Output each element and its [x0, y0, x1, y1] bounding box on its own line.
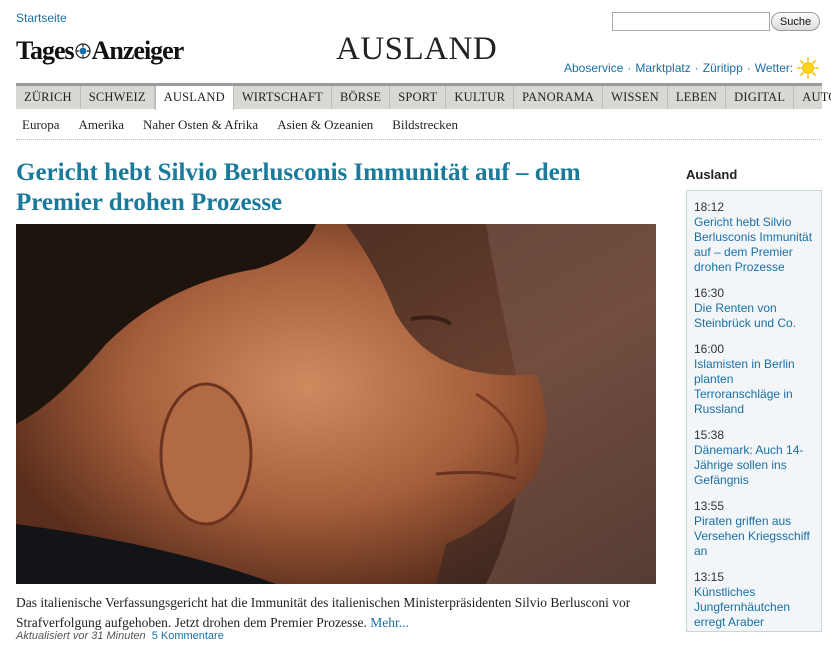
weather-link[interactable]: Wetter: — [755, 61, 793, 75]
service-links: Aboservice · Marktplatz · Züritipp · Wet… — [564, 57, 820, 79]
more-link[interactable]: Mehr... — [370, 615, 409, 630]
main-nav: ZÜRICH SCHWEIZ AUSLAND WIRTSCHAFT BÖRSE … — [16, 83, 831, 110]
separator: · — [694, 61, 699, 75]
tab-sport[interactable]: SPORT — [390, 86, 447, 109]
updated-timestamp: Aktualisiert vor 31 Minuten — [16, 630, 146, 642]
zueritipp-link[interactable]: Züritipp — [703, 61, 743, 75]
tab-wissen[interactable]: WISSEN — [603, 86, 668, 109]
subnav-europa[interactable]: Europa — [22, 117, 60, 133]
portrait-image — [16, 224, 656, 584]
news-time: 15:38 — [694, 428, 725, 442]
search-button[interactable]: Suche — [771, 12, 820, 31]
comments-link[interactable]: 5 Kommentare — [152, 630, 224, 642]
subnav-naher-osten-afrika[interactable]: Naher Osten & Afrika — [143, 117, 258, 133]
section-title: AUSLAND — [336, 31, 498, 67]
article-meta: Aktualisiert vor 31 Minuten 5 Kommentare — [16, 630, 224, 642]
aboservice-link[interactable]: Aboservice — [564, 61, 623, 75]
news-time: 16:00 — [694, 342, 725, 356]
separator: · — [746, 61, 751, 75]
logo-text-left: Tages — [16, 36, 75, 65]
news-title-link[interactable]: Gericht hebt Silvio Berlusconis Immunitä… — [694, 215, 815, 275]
tab-panorama[interactable]: PANORAMA — [514, 86, 604, 109]
tab-digital[interactable]: DIGITAL — [726, 86, 795, 109]
sun-icon[interactable] — [797, 57, 820, 79]
sub-nav: Europa Amerika Naher Osten & Afrika Asie… — [22, 117, 477, 133]
news-time: 13:15 — [694, 570, 725, 584]
news-item[interactable]: 13:55 Piraten griffen aus Versehen Krieg… — [694, 499, 815, 559]
tab-ausland[interactable]: AUSLAND — [154, 86, 234, 110]
home-link[interactable]: Startseite — [16, 11, 67, 25]
sidebar-title: Ausland — [686, 167, 738, 182]
separator: · — [627, 61, 632, 75]
logo-emblem-icon — [75, 43, 91, 59]
site-logo[interactable]: Tages Anzeiger — [16, 36, 185, 66]
logo-text-right: Anzeiger — [91, 36, 185, 65]
tab-schweiz[interactable]: SCHWEIZ — [81, 86, 155, 109]
article-lead: Das italienische Verfassungsgericht hat … — [16, 593, 666, 633]
news-item[interactable]: 15:38 Dänemark: Auch 14-Jährige sollen i… — [694, 428, 815, 488]
tab-zuerich[interactable]: ZÜRICH — [16, 86, 81, 109]
news-title-link[interactable]: Künstliches Jungfernhäutchen erregt Arab… — [694, 585, 815, 630]
tab-kultur[interactable]: KULTUR — [446, 86, 515, 109]
news-item[interactable]: 16:30 Die Renten von Steinbrück und Co. — [694, 286, 815, 331]
marktplatz-link[interactable]: Marktplatz — [635, 61, 690, 75]
tab-auto[interactable]: AUTO — [794, 86, 831, 109]
news-item[interactable]: 16:00 Islamisten in Berlin planten Terro… — [694, 342, 815, 417]
news-title-link[interactable]: Piraten griffen aus Versehen Kriegsschif… — [694, 514, 815, 559]
tab-leben[interactable]: LEBEN — [668, 86, 727, 109]
article-photo[interactable] — [16, 224, 656, 584]
news-time: 16:30 — [694, 286, 725, 300]
lead-text: Das italienische Verfassungsgericht hat … — [16, 595, 631, 630]
news-time: 18:12 — [694, 200, 725, 214]
news-item[interactable]: 13:15 Künstliches Jungfernhäutchen erreg… — [694, 570, 815, 630]
news-time: 13:55 — [694, 499, 725, 513]
news-ticker: 18:12 Gericht hebt Silvio Berlusconis Im… — [686, 190, 822, 632]
news-item[interactable]: 18:12 Gericht hebt Silvio Berlusconis Im… — [694, 200, 815, 275]
news-title-link[interactable]: Islamisten in Berlin planten Terroransch… — [694, 357, 815, 417]
news-title-link[interactable]: Dänemark: Auch 14-Jährige sollen ins Gef… — [694, 443, 815, 488]
subnav-amerika[interactable]: Amerika — [79, 117, 124, 133]
subnav-divider — [16, 139, 822, 140]
subnav-bildstrecken[interactable]: Bildstrecken — [392, 117, 458, 133]
subnav-asien-ozeanien[interactable]: Asien & Ozeanien — [277, 117, 373, 133]
search-input[interactable] — [612, 12, 770, 31]
article-headline[interactable]: Gericht hebt Silvio Berlusconis Immunitä… — [16, 158, 656, 218]
tab-wirtschaft[interactable]: WIRTSCHAFT — [234, 86, 332, 109]
tab-boerse[interactable]: BÖRSE — [332, 86, 391, 109]
news-title-link[interactable]: Die Renten von Steinbrück und Co. — [694, 301, 815, 331]
